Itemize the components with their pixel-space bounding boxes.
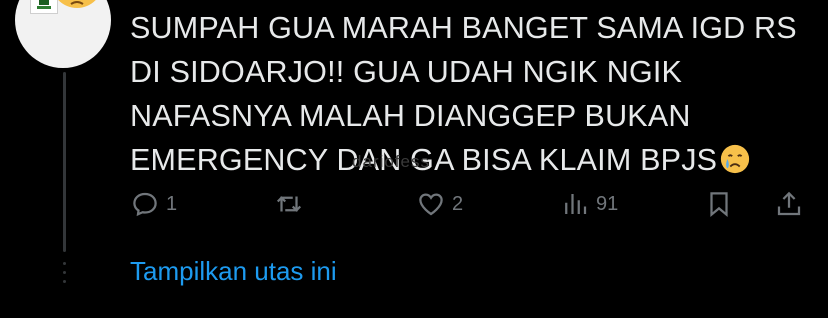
pleading-face-emoji-icon — [58, 0, 96, 8]
thread-dots — [63, 262, 66, 318]
reply-button[interactable]: 1 — [130, 184, 177, 224]
like-count: 2 — [452, 192, 464, 215]
account-badge-icon — [30, 0, 58, 14]
tweet-line-4: EMERGENCY DAN GA BISA KLAIM BPJS — [130, 138, 810, 182]
thread-connector-line — [63, 72, 66, 252]
show-thread-link[interactable]: Tampilkan utas ini — [130, 256, 337, 287]
reply-icon — [133, 192, 157, 217]
avatar[interactable] — [15, 0, 111, 68]
bookmark-button[interactable] — [704, 184, 734, 224]
like-icon — [419, 193, 443, 216]
tweet-line-3: NAFASNYA MALAH DIANGGEP BUKAN — [130, 99, 691, 133]
tweet-line-2: DI SIDOARJO!! GUA UDAH NGIK NGIK — [130, 55, 683, 89]
retweet-button[interactable] — [274, 184, 310, 224]
tweet-actions: 1 2 91 — [130, 184, 810, 224]
share-icon — [777, 191, 801, 216]
watermark: dariofess — [352, 152, 430, 171]
share-button[interactable] — [774, 184, 804, 224]
like-button[interactable]: 2 — [416, 184, 463, 224]
crying-face-icon — [721, 144, 750, 174]
views-icon — [565, 194, 587, 214]
tweet-line-1: SUMPAH GUA MARAH BANGET SAMA IGD RS — [130, 11, 797, 45]
retweet-icon — [276, 196, 302, 212]
views-button[interactable]: 91 — [560, 184, 618, 224]
views-count: 91 — [596, 192, 619, 215]
bookmark-icon — [710, 192, 728, 218]
reply-count: 1 — [166, 192, 178, 215]
tweet-text: SUMPAH GUA MARAH BANGET SAMA IGD RS DI S… — [130, 6, 810, 182]
